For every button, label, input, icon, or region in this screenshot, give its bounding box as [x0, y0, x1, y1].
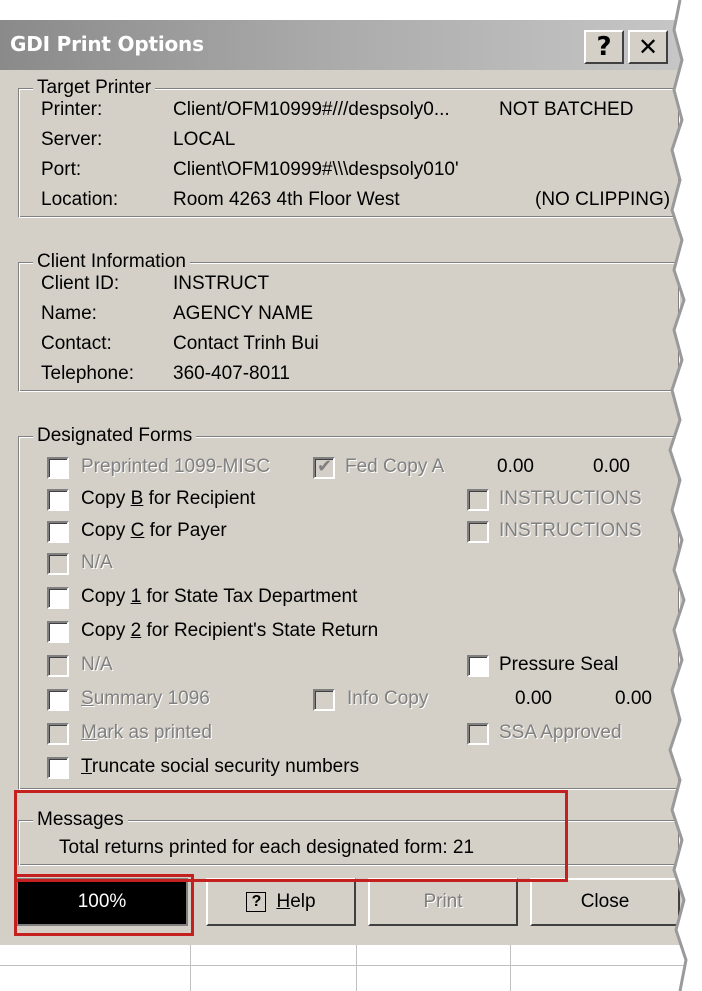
pressure-seal-checkbox[interactable]	[467, 655, 489, 677]
copy-2-checkbox[interactable]	[47, 621, 69, 643]
copy-b-checkbox[interactable]	[47, 489, 69, 511]
na-2-label: N/A	[81, 654, 113, 675]
fed-value-2: 0.00	[593, 456, 630, 477]
summary-1096-checkbox[interactable]	[47, 689, 69, 711]
summary-1096-label: Summary 1096	[81, 688, 210, 709]
truncate-ssn-checkbox[interactable]	[47, 757, 69, 779]
port-value: Client\OFM10999#\\\despsoly010'	[173, 159, 459, 180]
location-label: Location:	[41, 189, 119, 210]
server-value: LOCAL	[173, 129, 236, 150]
name-label: Name:	[41, 303, 97, 324]
designated-forms-legend: Designated Forms	[33, 425, 197, 447]
clipping-status: (NO CLIPPING)	[535, 189, 671, 210]
printer-label: Printer:	[41, 99, 103, 120]
copy-c-checkbox[interactable]	[47, 521, 69, 543]
na-1-label: N/A	[81, 552, 113, 573]
close-icon: ✕	[637, 33, 659, 61]
title-help-button[interactable]: ?	[584, 30, 624, 64]
dialog-title: GDI Print Options	[10, 32, 204, 56]
na-2-checkbox[interactable]	[47, 655, 69, 677]
print-button[interactable]: Print	[368, 878, 518, 926]
contact-label: Contact:	[41, 333, 112, 354]
mark-as-printed-checkbox[interactable]	[47, 723, 69, 745]
copy-1-label: Copy 1 for State Tax Department	[81, 586, 358, 607]
printer-value: Client/OFM10999#///despsoly0...	[173, 99, 450, 120]
title-bar: GDI Print Options ? ✕	[0, 20, 692, 70]
instructions-b-label: INSTRUCTIONS	[499, 488, 642, 509]
fed-value-1: 0.00	[497, 456, 534, 477]
fed-copy-a-label: Fed Copy A	[345, 456, 445, 477]
copy-b-label: Copy B for Recipient	[81, 488, 256, 509]
pressure-seal-label: Pressure Seal	[499, 654, 619, 675]
question-icon: ?	[596, 32, 612, 62]
ssa-approved-checkbox[interactable]	[467, 723, 489, 745]
top-strip	[0, 0, 692, 20]
instructions-c-label: INSTRUCTIONS	[499, 520, 642, 541]
telephone-value: 360-407-8011	[173, 363, 290, 384]
port-label: Port:	[41, 159, 82, 180]
telephone-label: Telephone:	[41, 363, 134, 384]
truncate-ssn-label: Truncate social security numbers	[81, 756, 360, 777]
copy-2-label: Copy 2 for Recipient's State Return	[81, 620, 379, 641]
name-value: AGENCY NAME	[173, 303, 314, 324]
messages-highlight-box	[14, 790, 568, 882]
help-button[interactable]: ? Help	[206, 878, 356, 926]
location-value: Room 4263 4th Floor West	[173, 189, 400, 210]
gdi-print-options-dialog: GDI Print Options ? ✕ Target Printer Pri…	[0, 0, 692, 991]
info-copy-checkbox[interactable]	[313, 689, 335, 711]
client-information-group: Client Information Client ID: INSTRUCT N…	[18, 251, 680, 392]
batch-status: NOT BATCHED	[499, 99, 634, 120]
client-information-legend: Client Information	[33, 251, 190, 273]
progress-highlight-box	[14, 874, 194, 936]
preprinted-checkbox[interactable]	[47, 457, 69, 479]
checkmark-icon: ✔	[317, 456, 333, 476]
close-button[interactable]: Close	[530, 878, 680, 926]
summary-value-1: 0.00	[515, 688, 552, 709]
fed-copy-a-checkbox[interactable]: ✔	[313, 456, 335, 479]
info-copy-label: Info Copy	[347, 688, 429, 709]
server-label: Server:	[41, 129, 103, 150]
target-printer-group: Target Printer Printer: Client/OFM10999#…	[18, 77, 680, 218]
background-grid	[0, 945, 692, 991]
client-id-value: INSTRUCT	[173, 273, 270, 294]
designated-forms-group: Designated Forms Preprinted 1099-MISC ✔ …	[18, 425, 680, 790]
torn-edge	[668, 0, 702, 991]
summary-value-2: 0.00	[615, 688, 652, 709]
copy-c-label: Copy C for Payer	[81, 520, 227, 541]
preprinted-label: Preprinted 1099-MISC	[81, 456, 271, 477]
instructions-c-checkbox[interactable]	[467, 521, 489, 543]
copy-1-checkbox[interactable]	[47, 587, 69, 609]
na-1-checkbox[interactable]	[47, 553, 69, 575]
client-id-label: Client ID:	[41, 273, 120, 294]
contact-value: Contact Trinh Bui	[173, 333, 319, 354]
help-icon: ?	[246, 892, 267, 912]
target-printer-legend: Target Printer	[33, 77, 156, 99]
mark-as-printed-label: Mark as printed	[81, 722, 212, 743]
close-label: Close	[580, 891, 630, 912]
instructions-b-checkbox[interactable]	[467, 489, 489, 511]
ssa-approved-label: SSA Approved	[499, 722, 622, 743]
help-label: Help	[276, 891, 316, 912]
print-label: Print	[423, 891, 463, 912]
